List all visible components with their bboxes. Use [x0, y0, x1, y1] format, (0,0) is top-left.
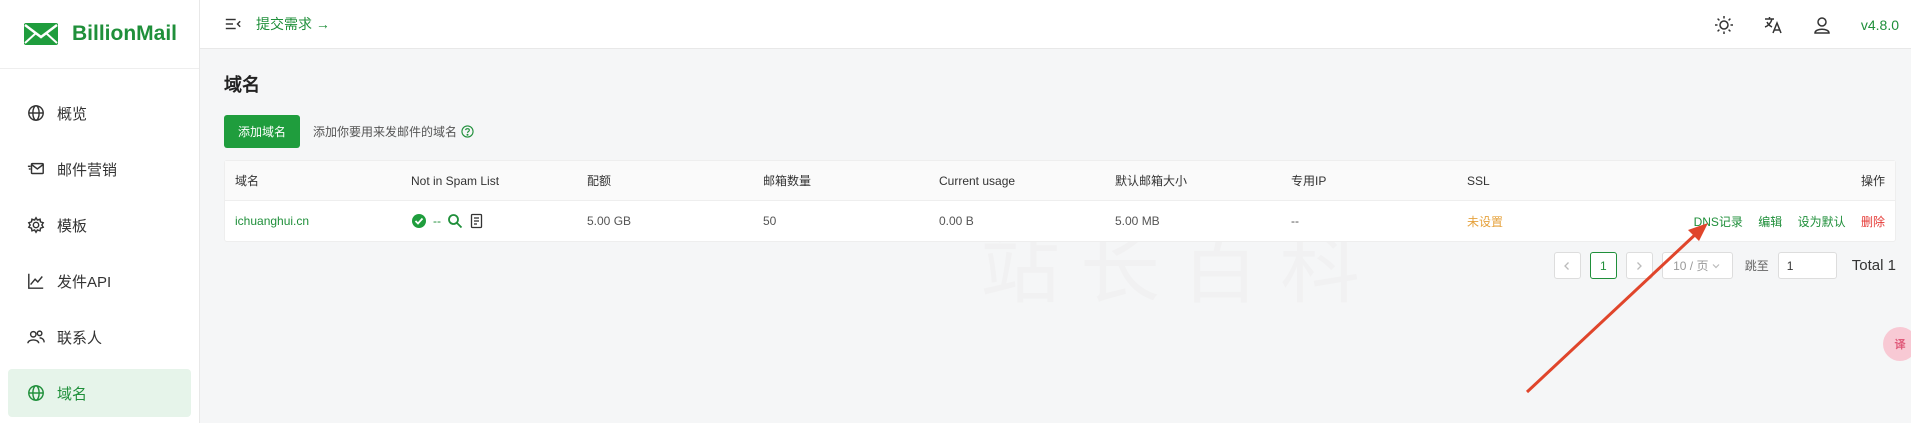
jump-page-input[interactable] [1777, 252, 1837, 279]
chart-line-icon [27, 272, 45, 290]
sidebar-item-mail-marketing[interactable]: 邮件营销 [8, 145, 191, 193]
cell-dedicated-ip: -- [1291, 214, 1299, 228]
cell-quota: 5.00 GB [587, 214, 632, 228]
chevron-left-icon [1564, 261, 1570, 270]
translate-icon[interactable] [1763, 15, 1783, 35]
sidebar-item-contacts[interactable]: 联系人 [8, 313, 191, 361]
check-circle-icon [412, 214, 426, 228]
sidebar-menu: 概览 邮件营销 模板 发件API 联系人 域名 [0, 69, 199, 417]
top-header: 提交需求 → v4.8.0 [200, 0, 1911, 49]
user-icon[interactable] [1812, 15, 1832, 35]
version-label: v4.8.0 [1860, 16, 1899, 33]
header-actions: v4.8.0 [1714, 0, 1911, 49]
gear-icon [27, 216, 45, 234]
sidebar: BillionMail 概览 邮件营销 模板 发件API 联系人 域名 [0, 0, 200, 423]
add-domain-hint-text: 添加你要用来发邮件的域名 [313, 125, 458, 139]
sidebar-item-label: 联系人 [57, 329, 103, 347]
sidebar-item-overview[interactable]: 概览 [8, 89, 191, 137]
cell-usage: 0.00 B [939, 214, 974, 228]
chevron-down-icon [1713, 263, 1720, 268]
prev-page-button[interactable] [1553, 252, 1581, 279]
domains-table: 域名 Not in Spam List 配额 邮箱数量 Current usag… [224, 160, 1896, 242]
page-1-button[interactable]: 1 [1589, 252, 1617, 279]
sun-icon[interactable] [1714, 15, 1734, 35]
col-header-actions: 操作 [1860, 174, 1885, 188]
col-header-dedicated-ip: 专用IP [1291, 174, 1327, 188]
edit-button[interactable]: 编辑 [1758, 215, 1782, 229]
add-domain-button[interactable]: 添加域名 [224, 115, 300, 148]
cell-actions: DNS记录 编辑 设为默认 删除 [1633, 213, 1895, 230]
globe-icon [27, 384, 45, 402]
cell-domain: ichuanghui.cn [225, 214, 401, 228]
cell-ssl[interactable]: 未设置 [1457, 213, 1633, 230]
dns-records-button[interactable]: DNS记录 [1694, 215, 1743, 229]
sidebar-item-label: 域名 [57, 385, 88, 403]
next-page-button[interactable] [1625, 252, 1653, 279]
table-header: 域名 Not in Spam List 配额 邮箱数量 Current usag… [225, 161, 1895, 201]
set-default-button[interactable]: 设为默认 [1798, 215, 1846, 229]
sidebar-item-domains[interactable]: 域名 [8, 369, 191, 417]
page-size-value: 10 / 页 [1673, 259, 1709, 273]
col-header-usage: Current usage [939, 173, 1016, 188]
spam-status-text: -- [433, 214, 441, 228]
users-icon [27, 328, 45, 346]
page-title: 域名 [224, 75, 260, 95]
col-header-default-size: 默认邮箱大小 [1115, 174, 1188, 188]
mail-logo-icon [24, 23, 58, 45]
floating-translate-button[interactable]: 译 [1883, 327, 1911, 361]
document-icon[interactable] [469, 213, 485, 229]
chevron-right-icon [1637, 261, 1643, 270]
sidebar-item-label: 模板 [57, 217, 88, 235]
col-header-domain: 域名 [235, 174, 260, 188]
total-count: Total 1 [1851, 257, 1896, 274]
sidebar-item-label: 概览 [57, 105, 88, 123]
jump-label: 跳至 [1744, 259, 1769, 273]
cell-default-size: 5.00 MB [1115, 214, 1160, 228]
col-header-mailboxes: 邮箱数量 [763, 174, 812, 188]
col-header-ssl: SSL [1467, 173, 1490, 188]
sidebar-item-label: 发件API [57, 273, 112, 291]
menu-collapse-icon[interactable] [224, 15, 242, 33]
cell-mailboxes: 50 [763, 214, 777, 228]
submit-request-link[interactable]: 提交需求 → [256, 14, 330, 34]
globe-icon [27, 104, 45, 122]
col-header-spam: Not in Spam List [411, 173, 500, 188]
page-size-select[interactable]: 10 / 页 [1661, 252, 1733, 279]
main-content: 站长百科 域名 添加域名 添加你要用来发邮件的域名 域名 Not in Spam… [200, 49, 1911, 423]
col-header-quota: 配额 [587, 174, 612, 188]
sidebar-item-templates[interactable]: 模板 [8, 201, 191, 249]
cell-spam: -- [401, 213, 577, 229]
search-icon[interactable] [447, 213, 463, 229]
delete-button[interactable]: 删除 [1861, 215, 1885, 229]
table-row: ichuanghui.cn -- 5.00 GB 50 0.00 B 5.00 … [225, 201, 1895, 241]
domain-link[interactable]: ichuanghui.cn [235, 214, 309, 228]
help-icon[interactable] [461, 125, 474, 138]
mail-marketing-icon [27, 160, 45, 178]
add-domain-hint: 添加你要用来发邮件的域名 [313, 123, 474, 140]
sidebar-item-send-api[interactable]: 发件API [8, 257, 191, 305]
app-name: BillionMail [72, 22, 177, 45]
sidebar-item-label: 邮件营销 [57, 161, 118, 179]
pagination: 1 10 / 页 跳至 Total 1 [1545, 252, 1896, 279]
app-logo[interactable]: BillionMail [0, 0, 199, 69]
